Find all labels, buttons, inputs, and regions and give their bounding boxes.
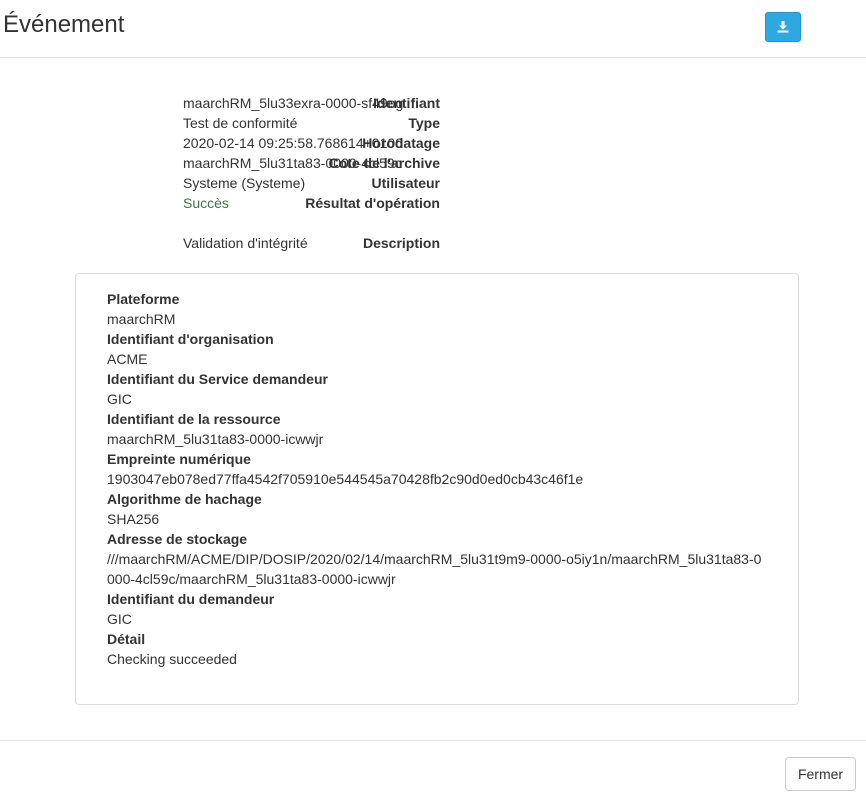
detail-key: Empreinte numérique <box>107 451 251 467</box>
detail-value: GIC <box>107 611 132 627</box>
detail-value: ACME <box>107 351 148 367</box>
details-panel: Plateforme maarchRM Identifiant d'organi… <box>75 273 799 705</box>
detail-value: 1903047eb078ed77ffa4542f705910e544545a70… <box>107 471 584 487</box>
detail-value-continued: 000-4cl59c/maarchRM_5lu31ta83-0000-icwwj… <box>107 571 396 587</box>
field-value: maarchRM_5lu33exra-0000-sf49og <box>183 95 404 111</box>
detail-key: Plateforme <box>107 291 180 307</box>
detail-value: ///maarchRM/ACME/DIP/DOSIP/2020/02/14/ma… <box>107 551 762 567</box>
detail-key: Détail <box>107 631 146 647</box>
download-icon <box>777 21 789 33</box>
field-label: Type <box>408 115 440 131</box>
detail-value: maarchRM <box>107 311 176 327</box>
close-button[interactable]: Fermer <box>785 757 856 791</box>
modal-title: Événement <box>3 11 125 38</box>
field-row-horodatage: Horodatage 2020-02-14 09:25:58.768614+01… <box>0 133 440 153</box>
detail-key: Identifiant d'organisation <box>107 331 274 347</box>
detail-key: Identifiant de la ressource <box>107 411 281 427</box>
field-row-description: Description Validation d'intégrité <box>0 233 440 253</box>
detail-key: Identifiant du demandeur <box>107 591 275 607</box>
field-value: Systeme (Systeme) <box>183 175 306 191</box>
detail-value: maarchRM_5lu31ta83-0000-icwwjr <box>107 431 324 447</box>
detail-key: Algorithme de hachage <box>107 491 262 507</box>
field-value: 2020-02-14 09:25:58.768614+0100 <box>183 135 403 151</box>
field-row-cote-archive: Cote de l'archive maarchRM_5lu31ta83-000… <box>0 153 440 173</box>
detail-value: GIC <box>107 391 132 407</box>
detail-key: Adresse de stockage <box>107 531 248 547</box>
download-button[interactable] <box>765 12 801 42</box>
field-value: Validation d'intégrité <box>183 235 308 251</box>
field-row-utilisateur: Utilisateur Systeme (Systeme) <box>0 173 440 193</box>
field-value: maarchRM_5lu31ta83-0000-4cl59c <box>183 155 402 171</box>
field-row-type: Type Test de conformité <box>0 113 440 133</box>
detail-key: Identifiant du Service demandeur <box>107 371 328 387</box>
status-value: Succès <box>183 195 229 211</box>
detail-value: Checking succeeded <box>107 651 237 667</box>
modal-header: Événement <box>0 0 866 58</box>
field-value: Test de conformité <box>183 115 298 131</box>
modal-footer: Fermer <box>0 740 866 801</box>
field-label: Résultat d'opération <box>305 195 440 211</box>
detail-value: SHA256 <box>107 511 160 527</box>
field-row-resultat: Résultat d'opération Succès <box>0 193 440 213</box>
field-row-identifiant: Identifiant maarchRM_5lu33exra-0000-sf49… <box>0 93 440 113</box>
